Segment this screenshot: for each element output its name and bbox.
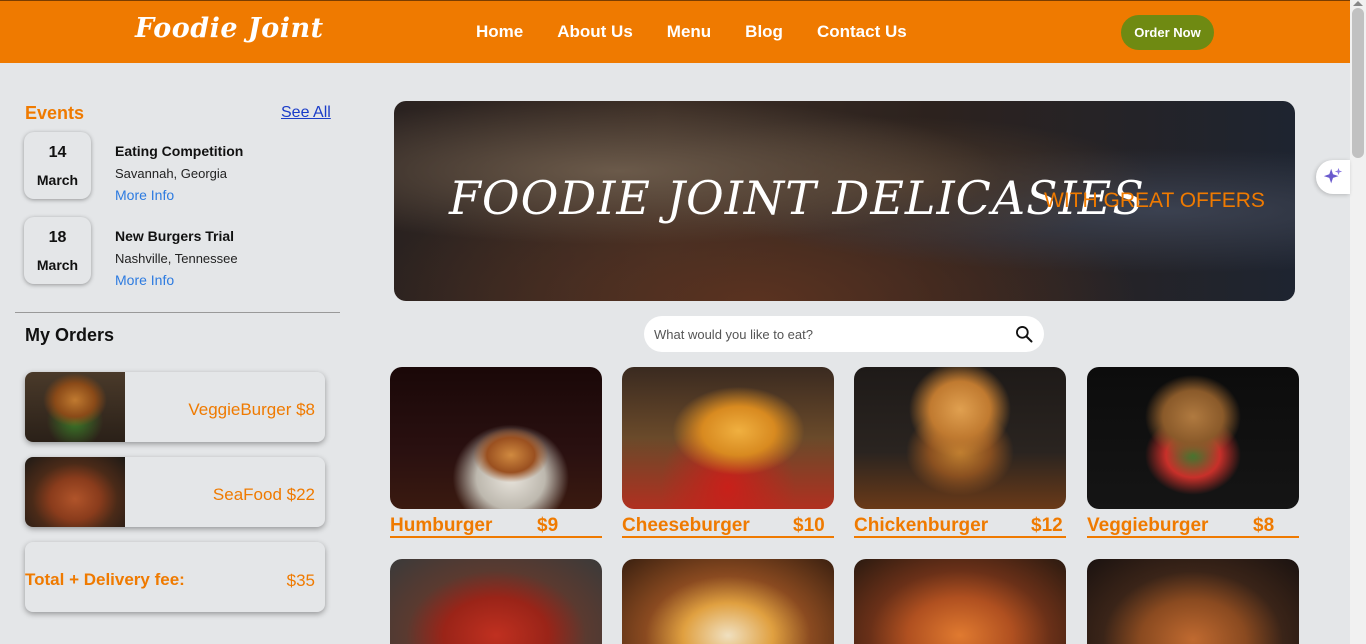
total-value: $35 — [286, 571, 315, 590]
veggie-burger-thumbnail — [25, 372, 125, 442]
scrollbar-thumb[interactable] — [1352, 8, 1364, 158]
my-orders-heading: My Orders — [25, 325, 115, 345]
event-place: Nashville, Tennessee — [115, 251, 238, 266]
cheeseburger-image[interactable] — [622, 367, 834, 509]
menu-item-price: $10 — [793, 515, 825, 536]
main-nav: Home About Us Menu Blog Contact Us — [476, 22, 941, 42]
menu-item-name[interactable]: Chickenburger — [854, 515, 988, 537]
menu-item-price: $9 — [537, 515, 559, 536]
menu-item-price: $8 — [1253, 515, 1275, 536]
hero-subtitle: WITH GREAT OFFERS — [1044, 189, 1265, 212]
menu-item-underline — [1087, 536, 1299, 538]
pepperoni-pizza-image[interactable] — [390, 559, 602, 644]
total-label: Total + Delivery fee: — [25, 570, 185, 589]
order-total-card: Total + Delivery fee: $35 — [25, 542, 325, 612]
nav-blog[interactable]: Blog — [745, 22, 783, 42]
nav-home[interactable]: Home — [476, 22, 523, 42]
logo[interactable]: Foodie Joint — [135, 13, 324, 44]
sidebar-divider — [15, 312, 340, 313]
menu-item-name[interactable]: Cheeseburger — [622, 515, 750, 537]
search-input[interactable] — [654, 316, 1004, 352]
events-heading: Events — [25, 103, 85, 123]
nav-contact-us[interactable]: Contact Us — [817, 22, 907, 42]
see-all-link[interactable]: See All — [281, 104, 331, 122]
search-icon[interactable] — [1014, 324, 1034, 344]
menu-item-underline — [622, 536, 834, 538]
chicken-pizza-image[interactable] — [854, 559, 1066, 644]
margherita-pizza-image[interactable] — [622, 559, 834, 644]
order-item-label: SeaFood $22 — [212, 485, 315, 504]
order-now-button[interactable]: Order Now — [1121, 15, 1214, 50]
order-item[interactable]: SeaFood $22 — [25, 457, 325, 527]
seafood-pizza-image[interactable] — [1087, 559, 1299, 644]
event-name: Eating Competition — [115, 143, 244, 159]
menu-item-price: $12 — [1031, 515, 1063, 536]
hero-title: FOODIE JOINT DELICASIES — [449, 171, 1145, 225]
nav-menu[interactable]: Menu — [667, 22, 711, 42]
chickenburger-image[interactable] — [854, 367, 1066, 509]
event-day: 14 — [48, 144, 67, 161]
sparkle-icon — [1323, 167, 1343, 184]
event-name: New Burgers Trial — [115, 228, 235, 244]
menu-item-name[interactable]: Veggieburger — [1087, 515, 1208, 537]
event-more-info-link[interactable]: More Info — [115, 187, 174, 203]
order-item-label: VeggieBurger $8 — [188, 400, 315, 419]
event-day: 18 — [48, 229, 67, 246]
event-month: March — [36, 257, 79, 273]
hero-banner: FOODIE JOINT DELICASIES WITH GREAT OFFER… — [394, 101, 1295, 301]
top-navbar: Foodie Joint Home About Us Menu Blog Con… — [0, 0, 1350, 63]
event-month: March — [36, 172, 79, 188]
veggieburger-image[interactable] — [1087, 367, 1299, 509]
event-date-badge: 18 March — [24, 217, 91, 284]
scroll-up-arrow-icon[interactable] — [1353, 1, 1363, 6]
menu-item-underline — [390, 536, 602, 538]
menu-item-name[interactable]: Humburger — [390, 515, 492, 537]
event-more-info-link[interactable]: More Info — [115, 272, 174, 288]
event-place: Savannah, Georgia — [115, 166, 228, 181]
seafood-pizza-thumbnail — [25, 457, 125, 527]
menu-item-underline — [854, 536, 1066, 538]
order-item[interactable]: VeggieBurger $8 — [25, 372, 325, 442]
event-date-badge: 14 March — [24, 132, 91, 199]
nav-about-us[interactable]: About Us — [557, 22, 633, 42]
humburger-image[interactable] — [390, 367, 602, 509]
ai-sparkle-button[interactable] — [1316, 160, 1350, 194]
search-bar — [644, 316, 1044, 352]
